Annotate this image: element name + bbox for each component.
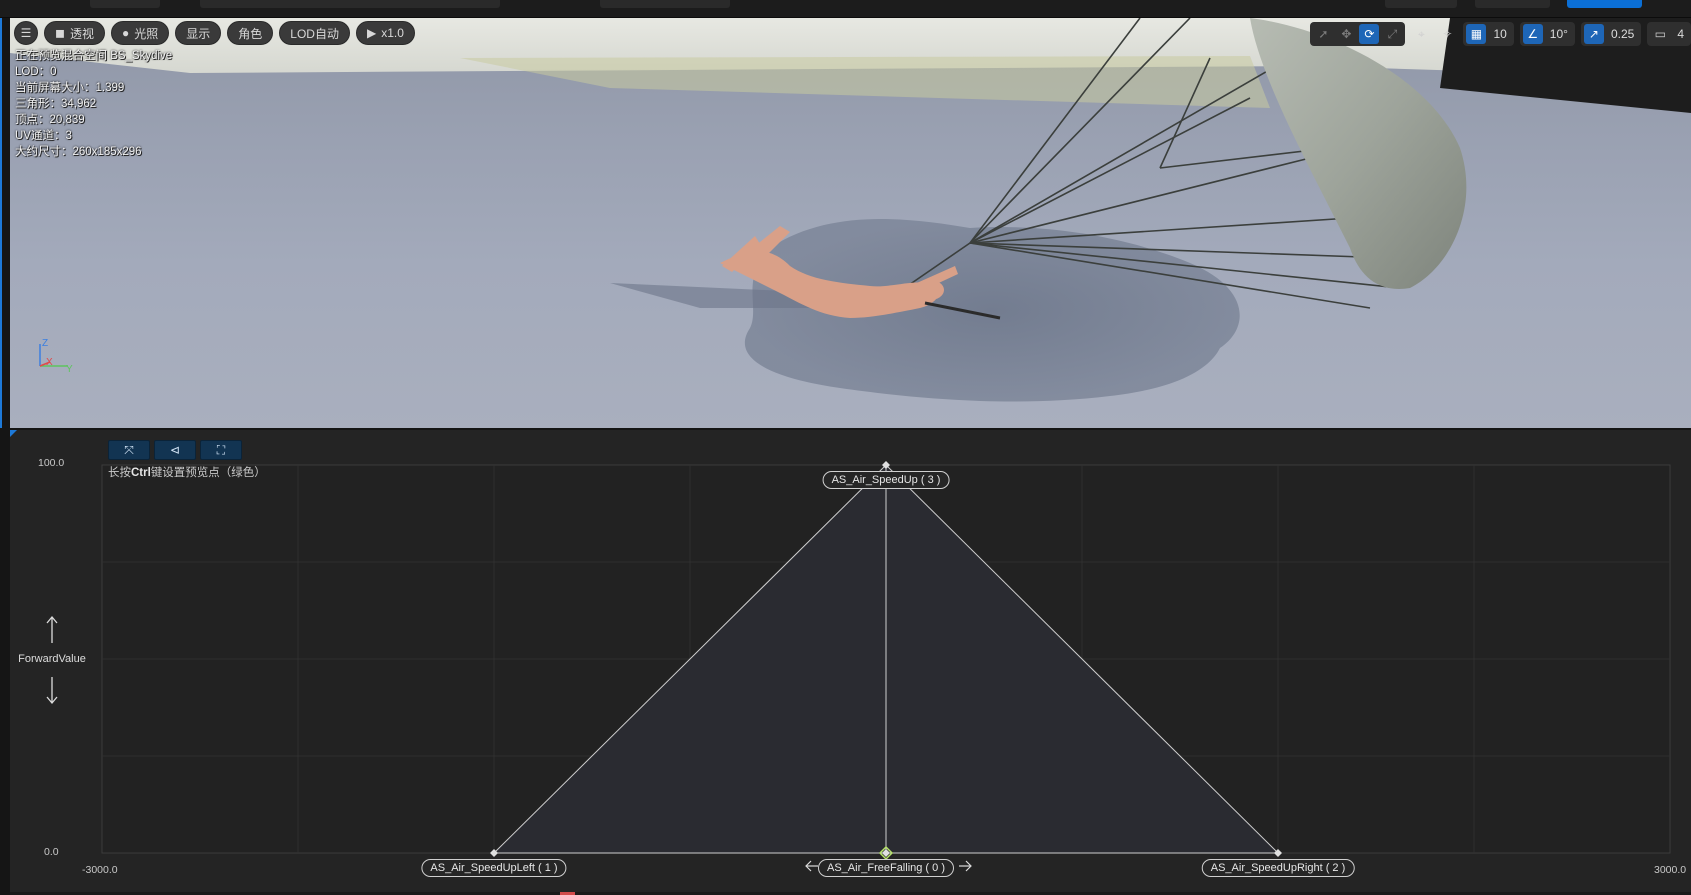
stats-approx-size: 大约尺寸：260x185x296 <box>15 146 142 158</box>
surface-snap-icon[interactable]: ✧ <box>1437 24 1457 44</box>
scale-snap-value[interactable]: 0.25 <box>1607 27 1638 41</box>
top-tab-stub[interactable] <box>600 0 730 8</box>
y-max-tick: 100.0 <box>38 457 65 469</box>
fit-view-icon: ⤧ <box>124 442 134 457</box>
top-tab-stub-active[interactable] <box>1567 0 1642 8</box>
viewport-scene <box>10 18 1691 402</box>
top-tab-stub[interactable] <box>90 0 160 8</box>
blendspace-tools: ⤧ ⊲ ⛶ <box>108 440 242 460</box>
show-label: 显示 <box>186 26 211 41</box>
animation-editor: ☰ ◼ 透视 ● 光照 显示 角色 LOD自动 ▶ x1.0 ➚ ✥ ⟳ ⤢ ⌖ ✧ … <box>0 0 1691 895</box>
y-axis-name: ForwardValue <box>18 653 86 665</box>
perspective-label: 透视 <box>69 26 94 41</box>
sample-label[interactable]: AS_Air_SpeedUpLeft ( 1 ) <box>421 859 567 877</box>
rotation-snap-group[interactable]: ∠ 10° <box>1519 22 1575 46</box>
playback-label: x1.0 <box>381 26 404 40</box>
top-strip <box>0 0 1691 18</box>
preview-hint: 长按Ctrl键设置预览点（绿色） <box>108 464 266 480</box>
rotate-icon[interactable]: ⟳ <box>1359 24 1380 44</box>
axis-x-label: X <box>46 357 53 368</box>
triangulation-toggle-button[interactable]: ⊲ <box>154 440 196 460</box>
playback-speed-button[interactable]: ▶ x1.0 <box>355 21 415 45</box>
axis-gizmo-icon: Z X Y <box>39 338 73 375</box>
grid-icon[interactable]: ▦ <box>1466 24 1487 44</box>
viewport-right-toolbar: ➚ ✥ ⟳ ⤢ ⌖ ✧ ▦ 10 ∠ 10° ↗ 0.25 ▭ 4 <box>1310 22 1691 46</box>
camera-icon[interactable]: ▭ <box>1650 24 1670 44</box>
blendspace-editor: ⤧ ⊲ ⛶ 长按Ctrl键设置预览点（绿色） 100.0 0.0 -3000.0… <box>10 430 1691 895</box>
preview-viewport[interactable]: ☰ ◼ 透视 ● 光照 显示 角色 LOD自动 ▶ x1.0 ➚ ✥ ⟳ ⤢ ⌖ ✧ … <box>10 18 1691 428</box>
x-max-tick: 3000.0 <box>1654 864 1687 876</box>
sample-label[interactable]: AS_Air_FreeFalling ( 0 ) <box>818 859 954 877</box>
stats-lod: LOD：0 <box>15 66 57 78</box>
zoom-extents-icon: ⛶ <box>216 442 226 457</box>
left-edge <box>0 18 10 895</box>
lighting-icon: ● <box>121 26 130 40</box>
hint-key: Ctrl <box>131 467 151 479</box>
hamburger-icon: ☰ <box>20 26 32 40</box>
perspective-button[interactable]: ◼ 透视 <box>44 21 105 45</box>
arrow-up-icon <box>46 615 58 643</box>
arrow-right-icon <box>959 860 972 872</box>
scale-snap-group[interactable]: ↗ 0.25 <box>1580 22 1642 46</box>
y-min-tick: 0.0 <box>44 846 59 858</box>
stats-uv-channels: UV通道：3 <box>15 130 72 142</box>
zoom-extents-button[interactable]: ⛶ <box>200 440 242 460</box>
transform-tools: ➚ ✥ ⟳ ⤢ <box>1310 22 1406 46</box>
arrow-down-icon <box>46 677 58 705</box>
grid-snap-value[interactable]: 10 <box>1489 27 1510 41</box>
top-tab-stub[interactable] <box>1475 0 1550 8</box>
cube-icon: ◼ <box>55 26 65 40</box>
grid-snap-group[interactable]: ▦ 10 <box>1463 22 1514 46</box>
select-icon[interactable]: ➚ <box>1313 24 1333 44</box>
lod-label: LOD自动 <box>290 26 339 41</box>
play-icon: ▶ <box>366 26 377 40</box>
arrow-left-icon <box>805 860 818 872</box>
stats-previewing: 正在预览混合空间 BS_Skydive <box>15 50 173 62</box>
camera-speed-group[interactable]: ▭ 4 <box>1647 22 1691 46</box>
sample-label[interactable]: AS_Air_SpeedUp ( 3 ) <box>822 471 950 489</box>
axis-z-label: Z <box>42 338 48 349</box>
lighting-label: 光照 <box>134 26 159 41</box>
sample-label[interactable]: AS_Air_SpeedUpRight ( 2 ) <box>1201 859 1355 877</box>
show-button[interactable]: 显示 <box>175 21 222 45</box>
local-space-icon[interactable]: ⌖ <box>1411 24 1431 44</box>
stats-vertices: 顶点：20,839 <box>15 114 85 126</box>
stats-screen-size: 当前屏幕大小：1.399 <box>15 82 125 94</box>
axis-y-label: Y <box>66 364 73 375</box>
scale-icon[interactable]: ⤢ <box>1382 24 1402 44</box>
rotation-snap-value[interactable]: 10° <box>1546 27 1572 41</box>
viewport-stats: 正在预览混合空间 BS_Skydive LOD：0 当前屏幕大小：1.399 三… <box>15 48 172 160</box>
viewport-toolbar: ☰ ◼ 透视 ● 光照 显示 角色 LOD自动 ▶ x1.0 <box>10 21 415 49</box>
left-accent <box>0 18 2 428</box>
hint-prefix: 长按 <box>108 467 131 479</box>
camera-speed-value[interactable]: 4 <box>1673 27 1688 41</box>
stats-triangles: 三角形：34,962 <box>15 98 97 110</box>
hint-suffix: 键设置预览点（绿色） <box>150 467 266 479</box>
angle-icon[interactable]: ∠ <box>1522 24 1543 44</box>
character-button[interactable]: 角色 <box>227 21 274 45</box>
lod-button[interactable]: LOD自动 <box>279 21 350 45</box>
character-label: 角色 <box>238 26 263 41</box>
top-tab-stub[interactable] <box>200 0 500 8</box>
x-min-tick: -3000.0 <box>82 864 118 876</box>
tag-icon: ⊲ <box>169 443 181 457</box>
scale-snap-icon[interactable]: ↗ <box>1583 24 1604 44</box>
lighting-button[interactable]: ● 光照 <box>110 21 170 45</box>
move-icon[interactable]: ✥ <box>1336 24 1356 44</box>
viewport-menu-button[interactable]: ☰ <box>14 21 38 45</box>
blendspace-plot[interactable] <box>10 430 1691 895</box>
horizon-ground <box>460 56 1270 108</box>
panel-corner-accent <box>10 430 17 437</box>
fit-view-button[interactable]: ⤧ <box>108 440 150 460</box>
top-tab-stub[interactable] <box>1385 0 1457 8</box>
